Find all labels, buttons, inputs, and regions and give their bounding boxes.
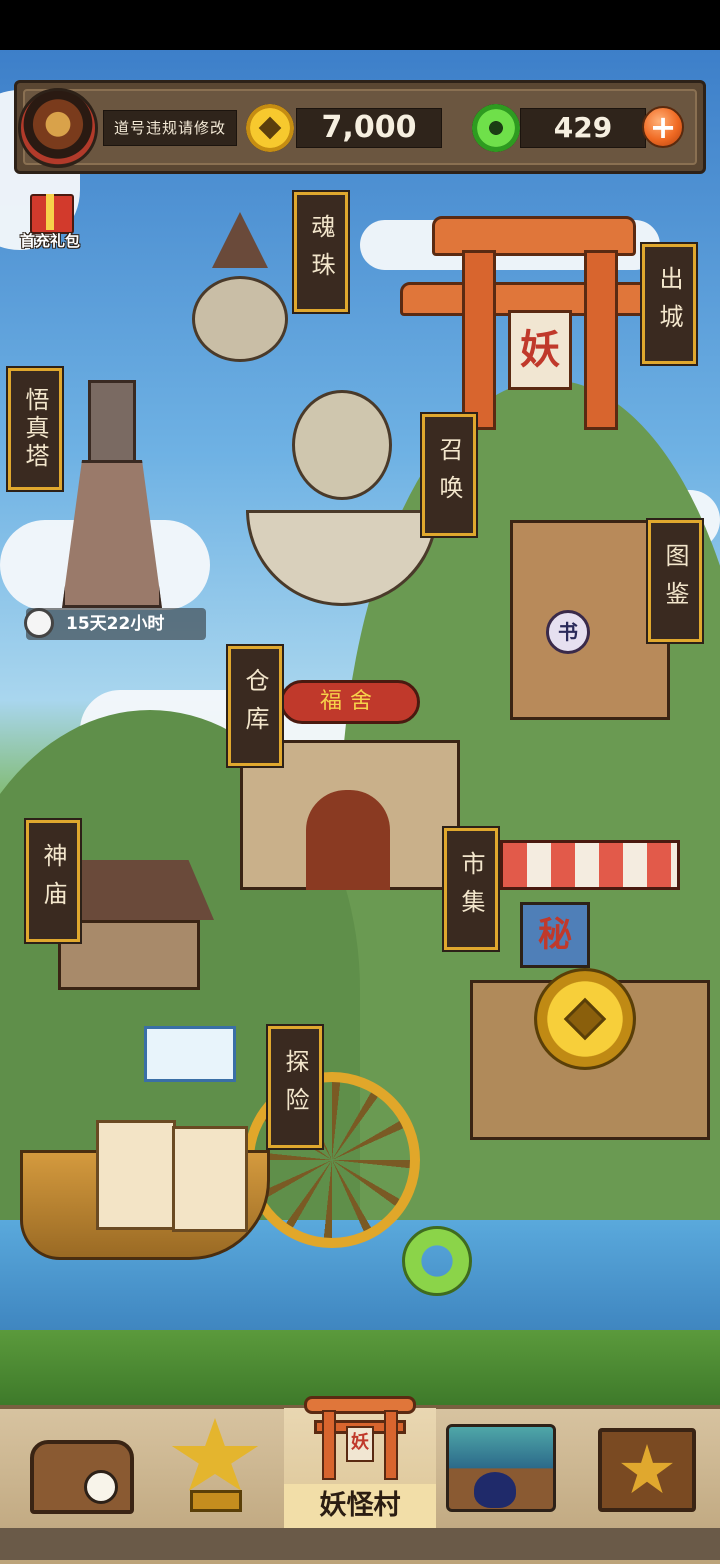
black-cat-icon (474, 1472, 516, 1508)
label-wukong-tower-text: 悟真塔 (21, 387, 49, 471)
player-name-notice: 道号违规请修改 (113, 119, 226, 137)
jade-counter: 429 (520, 108, 646, 148)
event-timer-text: 15天22小时 (66, 614, 165, 634)
status-bar (0, 0, 720, 50)
jade-icon (472, 104, 520, 152)
torii-post-right (584, 250, 618, 430)
gold-counter: 7,000 (296, 108, 442, 148)
first-recharge-gift-button[interactable]: 首充礼包 (12, 188, 88, 254)
fu-she-sign: 福舍 (280, 680, 420, 724)
trophy-base-icon (190, 1490, 242, 1512)
label-soul-orb-text: 魂珠 (307, 214, 335, 290)
boat-sail (96, 1120, 176, 1230)
add-jade-button[interactable]: + (642, 106, 684, 148)
torii-gate-icon: 妖 (304, 1390, 416, 1480)
label-soul-orb[interactable]: 魂珠 (294, 192, 348, 312)
label-wukong-tower[interactable]: 悟真塔 (8, 368, 62, 490)
torii-post-left (462, 250, 496, 430)
label-summon[interactable]: 召唤 (422, 414, 476, 536)
player-name-box[interactable]: 道号违规请修改 (103, 110, 237, 146)
gold-amount: 7,000 (321, 110, 417, 145)
label-codex-text: 图鉴 (661, 543, 689, 619)
gift-ribbon (46, 194, 54, 230)
floating-ring-character[interactable] (402, 1226, 472, 1296)
summon-altar[interactable] (246, 390, 438, 610)
soul-orb-building[interactable] (192, 212, 288, 362)
label-exit-city-text: 出城 (655, 266, 683, 342)
label-warehouse-text: 仓库 (241, 668, 269, 744)
wukong-tower-building[interactable] (52, 380, 172, 608)
label-summon-text: 召唤 (435, 437, 463, 513)
player-avatar[interactable] (18, 88, 98, 168)
label-market-text: 市集 (457, 851, 485, 927)
jade-amount: 429 (553, 111, 613, 144)
label-temple[interactable]: 神庙 (26, 820, 80, 942)
explore-flag (144, 1026, 236, 1082)
mi-sign: 秘 (520, 902, 590, 968)
label-temple-text: 神庙 (39, 843, 67, 919)
torii-yao-sign: 妖 (346, 1426, 374, 1462)
label-explore[interactable]: 探险 (268, 1026, 322, 1148)
label-explore-text: 探险 (281, 1049, 309, 1125)
bottom-nav-strip (0, 1528, 720, 1560)
yao-plaque: 妖 (508, 310, 572, 390)
label-codex[interactable]: 图鉴 (648, 520, 702, 642)
boat-sail (172, 1126, 248, 1232)
gift-label: 首充礼包 (19, 232, 80, 250)
book-sign: 书 (546, 610, 590, 654)
label-exit-city[interactable]: 出城 (642, 244, 696, 364)
nav-yokai-village-label: 妖怪村 (284, 1484, 436, 1528)
clock-icon (84, 1470, 118, 1504)
treasure-chest-icon (30, 1440, 134, 1514)
label-warehouse[interactable]: 仓库 (228, 646, 282, 766)
label-market[interactable]: 市集 (444, 828, 498, 950)
stopwatch-icon (24, 608, 54, 638)
